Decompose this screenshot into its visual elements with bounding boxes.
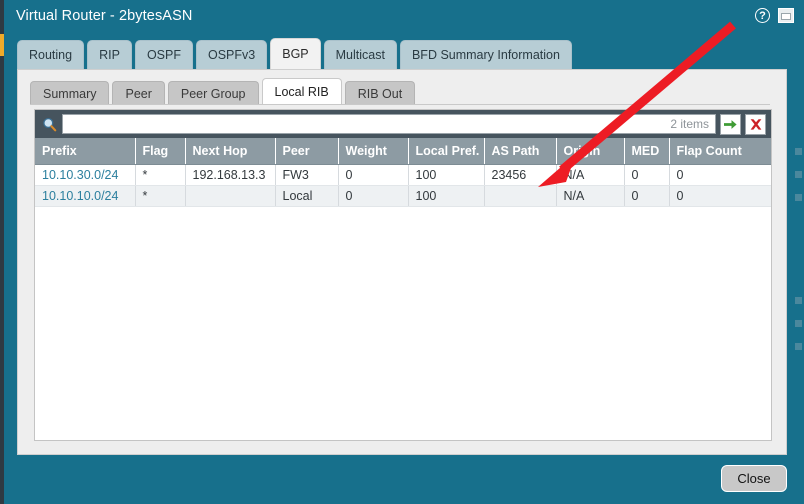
prefix-link[interactable]: 10.10.10.0/24 xyxy=(42,189,118,203)
cell-flag: * xyxy=(135,164,185,185)
column-header-prefix[interactable]: Prefix xyxy=(35,138,135,164)
subtab-label: Peer Group xyxy=(181,87,246,101)
close-button[interactable]: Close xyxy=(721,465,787,492)
subtab-local-rib[interactable]: Local RIB xyxy=(262,78,342,105)
tab-routing[interactable]: Routing xyxy=(17,40,84,69)
sub-tab-underline xyxy=(30,104,770,105)
column-header-next-hop[interactable]: Next Hop xyxy=(185,138,275,164)
dialog-footer: Close xyxy=(4,455,804,504)
cell-origin: N/A xyxy=(556,164,624,185)
table-row[interactable]: 10.10.10.0/24 * Local 0 100 N/A 0 0 xyxy=(35,185,771,206)
titlebar-icon-group: ? xyxy=(755,8,804,23)
prefix-link[interactable]: 10.10.30.0/24 xyxy=(42,168,118,182)
background-page-artifact xyxy=(795,171,802,178)
help-circle-icon[interactable]: ? xyxy=(755,8,770,23)
cell-weight: 0 xyxy=(338,185,408,206)
background-page-artifact xyxy=(795,320,802,327)
table-row[interactable]: 10.10.30.0/24 * 192.168.13.3 FW3 0 100 2… xyxy=(35,164,771,185)
subtab-peer-group[interactable]: Peer Group xyxy=(168,81,259,105)
cell-prefix: 10.10.10.0/24 xyxy=(35,185,135,206)
background-page-artifact xyxy=(795,297,802,304)
column-header-peer[interactable]: Peer xyxy=(275,138,338,164)
grid-toolbar: 2 items xyxy=(35,110,771,138)
search-input[interactable] xyxy=(67,116,664,133)
background-page-artifact xyxy=(795,194,802,201)
tab-bgp[interactable]: BGP xyxy=(270,38,320,69)
cell-flap-count: 0 xyxy=(669,185,771,206)
column-header-med[interactable]: MED xyxy=(624,138,669,164)
tab-rip[interactable]: RIP xyxy=(87,40,132,69)
background-page-artifact xyxy=(795,148,802,155)
column-header-flag[interactable]: Flag xyxy=(135,138,185,164)
cell-flag: * xyxy=(135,185,185,206)
search-icon xyxy=(40,114,58,134)
tab-label: RIP xyxy=(99,48,120,62)
clear-filter-button[interactable] xyxy=(745,114,766,135)
column-header-local-pref[interactable]: Local Pref. xyxy=(408,138,484,164)
cell-origin: N/A xyxy=(556,185,624,206)
cell-local-pref: 100 xyxy=(408,185,484,206)
cell-med: 0 xyxy=(624,185,669,206)
restore-window-icon[interactable] xyxy=(778,8,794,23)
cell-as-path: 23456 xyxy=(484,164,556,185)
background-page-artifact xyxy=(795,343,802,350)
apply-filter-button[interactable] xyxy=(720,114,741,135)
subtab-label: Summary xyxy=(43,87,96,101)
main-tab-bar: Routing RIP OSPF OSPFv3 BGP Multicast BF… xyxy=(4,31,804,69)
column-header-weight[interactable]: Weight xyxy=(338,138,408,164)
cell-next-hop xyxy=(185,185,275,206)
subtab-rib-out[interactable]: RIB Out xyxy=(345,81,415,105)
cell-peer: Local xyxy=(275,185,338,206)
column-header-flap-count[interactable]: Flap Count xyxy=(669,138,771,164)
subtab-label: Local RIB xyxy=(275,85,329,99)
cell-peer: FW3 xyxy=(275,164,338,185)
subtab-peer[interactable]: Peer xyxy=(112,81,164,105)
cell-med: 0 xyxy=(624,164,669,185)
item-count-label: 2 items xyxy=(664,117,711,131)
tab-label: Routing xyxy=(29,48,72,62)
table-header-row: Prefix Flag Next Hop Peer Weight Local P… xyxy=(35,138,771,164)
tab-label: Multicast xyxy=(336,48,385,62)
search-field-wrapper[interactable]: 2 items xyxy=(62,114,716,134)
local-rib-table: Prefix Flag Next Hop Peer Weight Local P… xyxy=(35,138,771,207)
subtab-label: RIB Out xyxy=(358,87,402,101)
tab-label: OSPFv3 xyxy=(208,48,255,62)
window-titlebar: Virtual Router - 2bytesASN ? xyxy=(4,0,804,31)
subtab-summary[interactable]: Summary xyxy=(30,81,109,105)
content-panel: Summary Peer Peer Group Local RIB RIB Ou… xyxy=(17,69,787,455)
tab-multicast[interactable]: Multicast xyxy=(324,40,397,69)
tab-bfd-summary-information[interactable]: BFD Summary Information xyxy=(400,40,572,69)
cell-local-pref: 100 xyxy=(408,164,484,185)
column-header-origin[interactable]: Origin xyxy=(556,138,624,164)
tab-ospf[interactable]: OSPF xyxy=(135,40,193,69)
local-rib-grid: 2 items xyxy=(34,109,772,441)
cell-weight: 0 xyxy=(338,164,408,185)
cell-as-path xyxy=(484,185,556,206)
cell-next-hop: 192.168.13.3 xyxy=(185,164,275,185)
sub-tab-bar: Summary Peer Peer Group Local RIB RIB Ou… xyxy=(18,76,786,105)
page-title: Virtual Router - 2bytesASN xyxy=(4,8,192,24)
tab-label: BGP xyxy=(282,47,308,61)
subtab-label: Peer xyxy=(125,87,151,101)
cell-prefix: 10.10.30.0/24 xyxy=(35,164,135,185)
background-page-left-strip xyxy=(0,0,4,504)
column-header-as-path[interactable]: AS Path xyxy=(484,138,556,164)
application-window: Virtual Router - 2bytesASN ? Routing RIP… xyxy=(0,0,804,504)
cell-flap-count: 0 xyxy=(669,164,771,185)
tab-ospfv3[interactable]: OSPFv3 xyxy=(196,40,267,69)
tab-label: BFD Summary Information xyxy=(412,48,560,62)
tab-label: OSPF xyxy=(147,48,181,62)
